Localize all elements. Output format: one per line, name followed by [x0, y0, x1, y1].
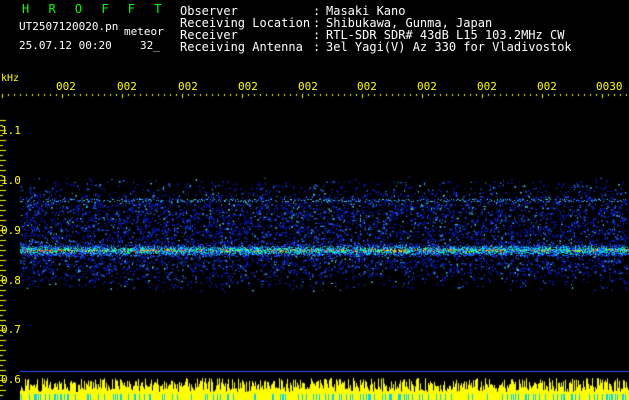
info-label-antenna: Receiving Antenna [180, 40, 303, 54]
info-value-antenna: 3el Yagi(V) Az 330 for Vladivostok [326, 40, 572, 54]
time-tick-label: 002 [238, 80, 258, 93]
file-name: UT2507120020.pn [19, 20, 119, 33]
time-tick-label: 002 [357, 80, 377, 93]
frequency-tick-label: 0.8 [1, 274, 21, 287]
brand-title: H R O F F T [22, 2, 168, 16]
time-tick-label: 002 [298, 80, 318, 93]
event-count: 32_ [140, 39, 160, 52]
time-tick-label: 0030 [596, 80, 623, 93]
time-tick-label: 002 [178, 80, 198, 93]
date-time: 25.07.12 00:20 [19, 39, 112, 52]
frequency-tick-label: 1.0 [1, 174, 21, 187]
frequency-tick-label: 0.7 [1, 323, 21, 336]
frequency-unit-label: kHz [1, 73, 20, 84]
hrofft-spectrogram-window: H R O F F T UT2507120020.pn meteor 25.07… [0, 0, 629, 400]
spectrogram-canvas [0, 0, 629, 400]
frequency-tick-label: 0.6 [1, 373, 21, 386]
time-tick-label: 002 [477, 80, 497, 93]
time-tick-label: 002 [537, 80, 557, 93]
info-separator: : [313, 40, 321, 54]
frequency-tick-label: 0.9 [1, 224, 21, 237]
time-tick-label: 002 [56, 80, 76, 93]
time-tick-label: 002 [417, 80, 437, 93]
mode-tag: meteor [124, 25, 164, 38]
frequency-tick-label: 1.1 [1, 124, 21, 137]
time-tick-label: 002 [117, 80, 137, 93]
